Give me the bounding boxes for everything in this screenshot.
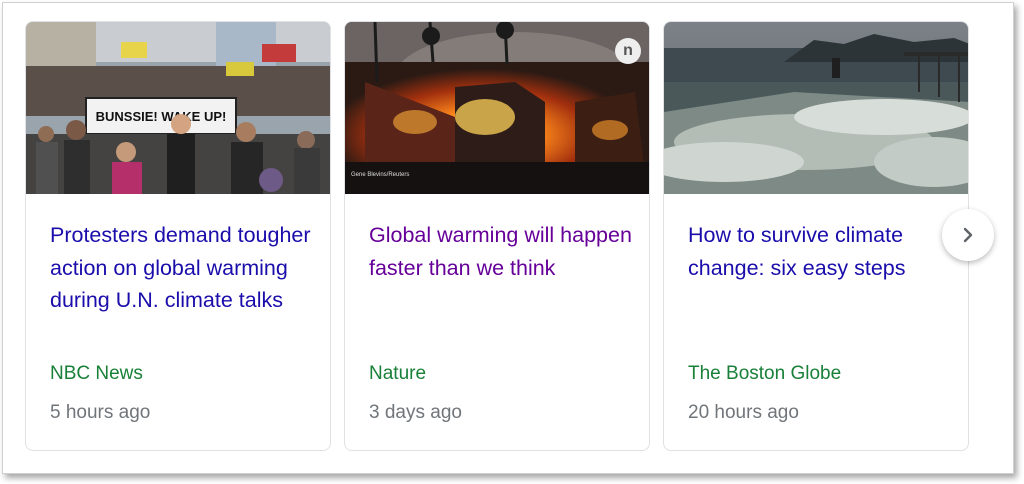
timestamp: 20 hours ago	[688, 402, 799, 423]
source-name: Nature	[369, 363, 427, 384]
carousel-next-button[interactable]	[942, 209, 994, 261]
news-card-3[interactable]: How to survive climate change: six easy …	[663, 21, 969, 451]
timestamp: 3 days ago	[369, 402, 462, 423]
headline-link[interactable]: Global warming will happen faster than w…	[369, 219, 633, 284]
source-name: The Boston Globe	[688, 363, 842, 384]
timestamp: 5 hours ago	[50, 402, 151, 423]
news-thumbnail-storm-waves[interactable]	[664, 22, 968, 194]
headline-link[interactable]: How to survive climate change: six easy …	[688, 219, 952, 284]
photo-credit: Gene Blevins/Reuters	[351, 172, 410, 178]
headline-link[interactable]: Protesters demand tougher action on glob…	[50, 219, 314, 317]
source-name: NBC News	[50, 363, 143, 384]
news-card-1[interactable]: BUNSSIE! WAKE UP! Protesters demand toug…	[25, 21, 331, 451]
banner-text: BUNSSIE! WAKE UP!	[96, 109, 227, 124]
news-thumbnail-wildfire[interactable]: n Gene Blevins/Reuters	[345, 22, 649, 194]
news-thumbnail-protest[interactable]: BUNSSIE! WAKE UP!	[26, 22, 330, 194]
publisher-logo-icon: n	[615, 38, 641, 64]
chevron-right-icon	[963, 227, 973, 243]
news-card-2[interactable]: n Gene Blevins/Reuters Global warming wi…	[344, 21, 650, 451]
